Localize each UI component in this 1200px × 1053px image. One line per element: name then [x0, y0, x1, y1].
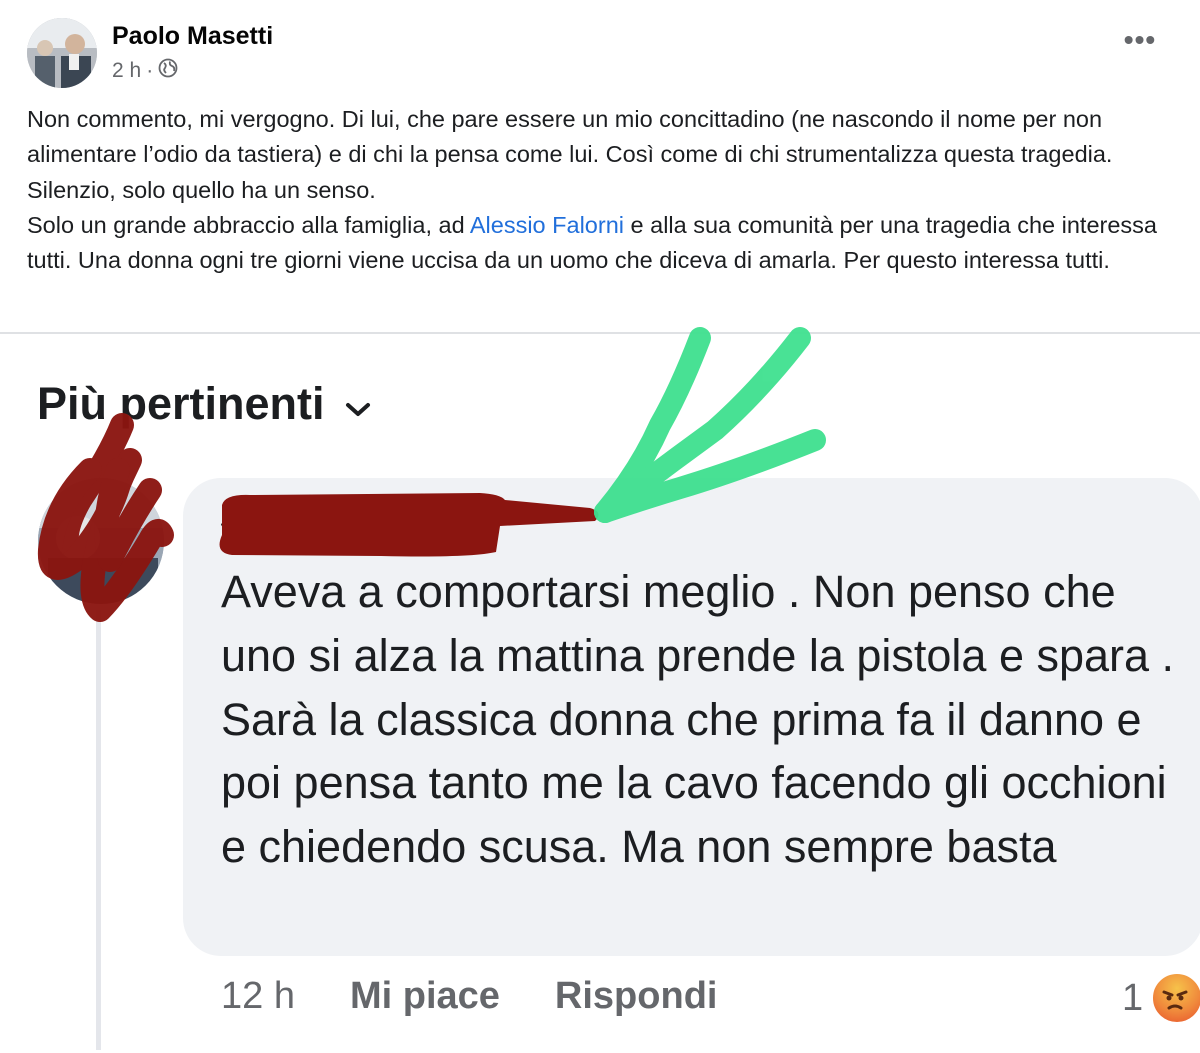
post-paragraph-2-start: Solo un grande abbraccio alla famiglia, … [27, 211, 470, 238]
reaction-summary[interactable]: 1 [1122, 972, 1200, 1024]
like-button[interactable]: Mi piace [350, 975, 500, 1018]
comment-time[interactable]: 12 h [221, 975, 295, 1018]
commenter-avatar-image [38, 478, 164, 604]
commenter-name[interactable]: S [220, 500, 243, 539]
post-time[interactable]: 2 h [112, 59, 141, 83]
reply-button[interactable]: Rispondi [555, 975, 718, 1018]
more-options-icon[interactable]: ••• [1120, 26, 1160, 66]
post-meta: 2 h · [112, 58, 178, 84]
globe-icon [158, 58, 178, 84]
meta-separator: · [146, 59, 154, 82]
post-text: Non commento, mi vergogno. Di lui, che p… [27, 102, 1177, 278]
post-paragraph-1: Non commento, mi vergogno. Di lui, che p… [27, 106, 1113, 203]
comment-text: Aveva a comportarsi meglio . Non penso c… [221, 566, 1175, 873]
angry-reaction-icon [1151, 972, 1200, 1024]
author-avatar-image [27, 18, 97, 88]
reaction-count: 1 [1122, 976, 1144, 1019]
post-paragraph-2: Solo un grande abbraccio alla famiglia, … [27, 208, 1177, 279]
author-name[interactable]: Paolo Masetti [112, 22, 273, 51]
author-avatar[interactable] [27, 18, 97, 88]
comment-sort-dropdown[interactable]: Più pertinenti [37, 378, 371, 430]
reply-thread-line [96, 610, 101, 1050]
comment-actions: 12 h Mi piace Rispondi [221, 975, 717, 1018]
chevron-down-icon [345, 378, 371, 430]
post-card: Paolo Masetti 2 h · ••• Non commento, mi… [0, 0, 1200, 332]
mention-link[interactable]: Alessio Falorni [470, 212, 624, 238]
sort-label: Più pertinenti [37, 378, 325, 429]
commenter-avatar[interactable] [38, 478, 164, 604]
